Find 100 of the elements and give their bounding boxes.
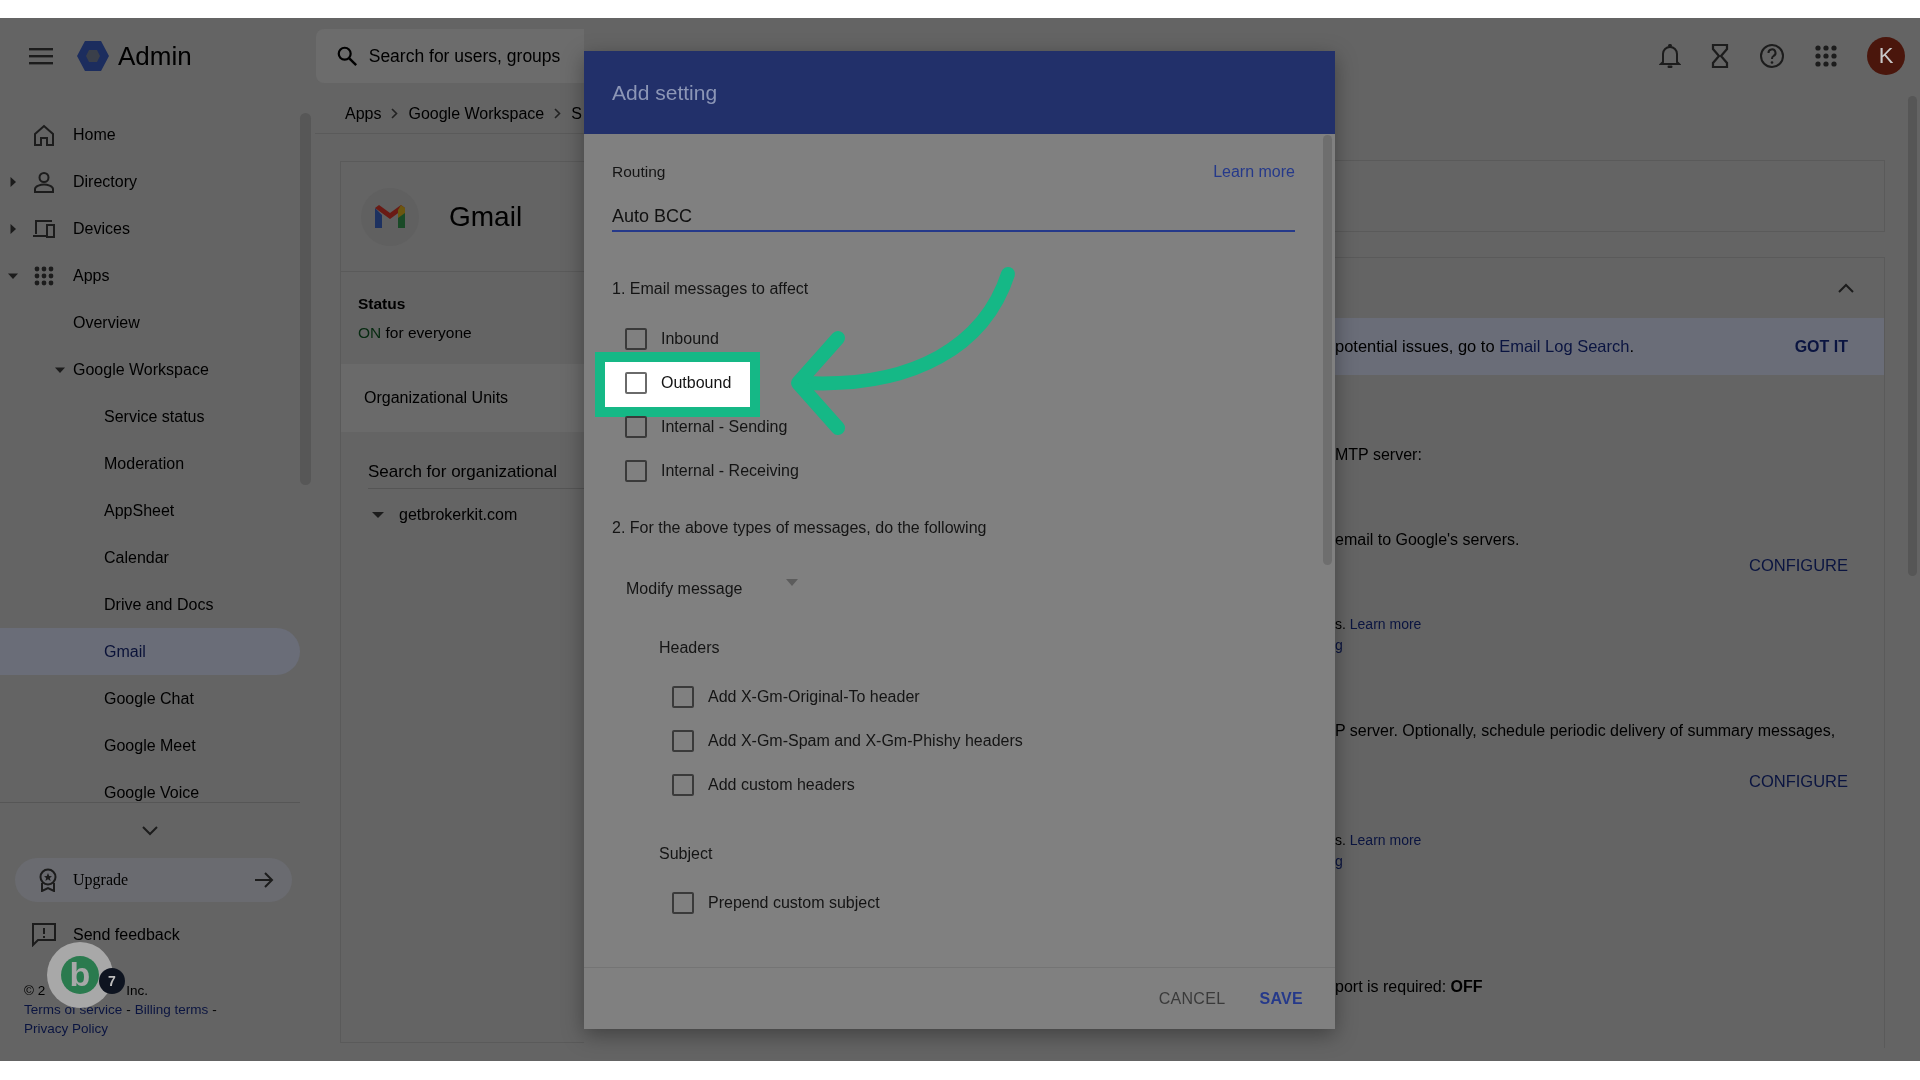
upgrade-button[interactable]: Upgrade (15, 858, 292, 902)
nav-item[interactable]: Google Chat (0, 675, 300, 722)
app-name: Admin (118, 40, 192, 72)
award-icon (38, 868, 58, 892)
nav-item[interactable]: Drive and Docs (0, 581, 300, 628)
breadcrumb-link[interactable]: S (571, 104, 582, 123)
setting-text: MTP server: (1335, 445, 1423, 465)
setting-text: P server. Optionally, schedule periodic delivery of summary messages, (1335, 721, 1837, 741)
checkbox[interactable] (672, 774, 694, 796)
scrollbar[interactable] (1323, 135, 1332, 565)
caret-icon[interactable] (8, 176, 18, 187)
nav-item[interactable]: Apps (0, 252, 300, 299)
option-label: Internal - Receiving (661, 462, 799, 480)
setting-text: port is required: OFF (1335, 977, 1484, 997)
configure-button[interactable]: CONFIGURE (1749, 766, 1848, 796)
breadcrumb-link[interactable]: Apps (345, 104, 382, 123)
option-label: Add X-Gm-Original-To header (708, 688, 920, 706)
option-label: Prepend custom subject (708, 894, 880, 912)
got-it-button[interactable]: GOT IT (1794, 337, 1848, 356)
section-title: 2. For the above types of messages, do the following (612, 518, 988, 538)
checkbox[interactable] (625, 416, 647, 438)
group-title: Subject (659, 844, 714, 864)
user-avatar[interactable]: K (1867, 37, 1905, 75)
footer-link[interactable]: Privacy Policy (24, 1021, 109, 1036)
learn-more-link[interactable]: Learn more (1349, 616, 1422, 632)
dialog-title: Add setting (612, 80, 718, 105)
nav-item[interactable]: Gmail (0, 628, 300, 675)
widget-logo: b (61, 956, 99, 994)
separator-text: - (212, 1002, 217, 1017)
option-label: Add custom headers (708, 776, 855, 794)
menu-icon[interactable] (29, 47, 53, 65)
nav-item[interactable]: Home (0, 111, 300, 158)
person-icon (33, 170, 55, 193)
learn-more-link[interactable]: Learn more (1349, 832, 1422, 848)
apps-icon[interactable] (1815, 45, 1837, 67)
checkbox[interactable] (672, 730, 694, 752)
nav-item[interactable]: Google Workspace (0, 346, 300, 393)
setting-text: s. Learn more (1335, 615, 1423, 634)
search-field[interactable]: Search for users, groups (315, 29, 584, 83)
devices-icon (32, 218, 56, 239)
setting-text: s. Learn more (1335, 831, 1423, 850)
option-label: Add X-Gm-Spam and X-Gm-Phishy headers (708, 732, 1023, 750)
org-unit-item[interactable]: getbrokerkit.com (399, 506, 518, 524)
copyright-text: © 2 (24, 982, 46, 1000)
dropdown-caret-icon (786, 578, 798, 586)
chevron-down-icon[interactable] (142, 825, 158, 836)
checkbox[interactable] (625, 460, 647, 482)
cancel-button[interactable]: CANCEL (1148, 981, 1236, 1016)
breadcrumb-link[interactable]: Google Workspace (408, 104, 545, 123)
count-badge: 7 (99, 968, 125, 994)
apps-icon (34, 265, 54, 286)
checkbox[interactable] (672, 892, 694, 914)
banner-text: potential issues, go to Email Log Search. (1335, 337, 1635, 356)
caret-icon[interactable] (372, 509, 384, 521)
chevron-up-icon[interactable] (1838, 283, 1854, 293)
nav-item[interactable]: Calendar (0, 534, 300, 581)
status-value: ON for everyone (358, 324, 473, 342)
app-title: Gmail (449, 200, 523, 233)
category-label: Routing (612, 162, 666, 182)
option-label: Inbound (661, 330, 719, 348)
learn-more-link[interactable]: Learn more (1213, 162, 1295, 182)
section-title: 1. Email messages to affect (612, 279, 810, 299)
home-icon (33, 123, 55, 146)
setting-link[interactable]: g (1335, 853, 1343, 869)
option-label: Internal - Sending (661, 418, 788, 436)
footer-link[interactable]: Billing terms (134, 1002, 209, 1017)
nav-item[interactable]: Google Voice (0, 769, 300, 802)
checkbox[interactable] (672, 686, 694, 708)
feedback-icon (32, 923, 56, 947)
status-label: Status (358, 295, 407, 313)
nav-item[interactable]: Moderation (0, 440, 300, 487)
section-title: Organizational Units (364, 389, 509, 407)
checkbox[interactable] (625, 372, 647, 394)
bell-icon[interactable] (1659, 43, 1681, 69)
arrow-right-icon (254, 872, 274, 888)
option-label: Outbound (661, 374, 732, 392)
configure-button[interactable]: CONFIGURE (1749, 550, 1848, 580)
copyright-text: Inc. (126, 982, 148, 1000)
logo-icon (76, 40, 110, 72)
separator-text: - (126, 1002, 131, 1017)
name-field[interactable]: Auto BCC (612, 206, 1295, 232)
chevron-right-icon (554, 108, 562, 119)
hourglass-icon[interactable] (1711, 43, 1729, 69)
caret-icon[interactable] (8, 223, 18, 234)
nav-item[interactable]: Google Meet (0, 722, 300, 769)
chevron-right-icon (391, 108, 399, 119)
action-dropdown[interactable]: Modify message (612, 569, 800, 609)
nav-item[interactable]: Devices (0, 205, 300, 252)
checkbox[interactable] (625, 328, 647, 350)
group-title: Headers (659, 638, 721, 658)
nav-item[interactable]: Service status (0, 393, 300, 440)
nav-item[interactable]: AppSheet (0, 487, 300, 534)
help-icon[interactable] (1759, 43, 1785, 69)
nav-item[interactable]: Overview (0, 299, 300, 346)
search-field[interactable]: Search for organizational (368, 456, 585, 489)
email-log-search-link[interactable]: Email Log Search (1499, 337, 1630, 355)
search-icon (335, 45, 358, 67)
nav-item[interactable]: Directory (0, 158, 300, 205)
setting-link[interactable]: g (1335, 637, 1343, 653)
save-button[interactable]: SAVE (1249, 981, 1313, 1016)
